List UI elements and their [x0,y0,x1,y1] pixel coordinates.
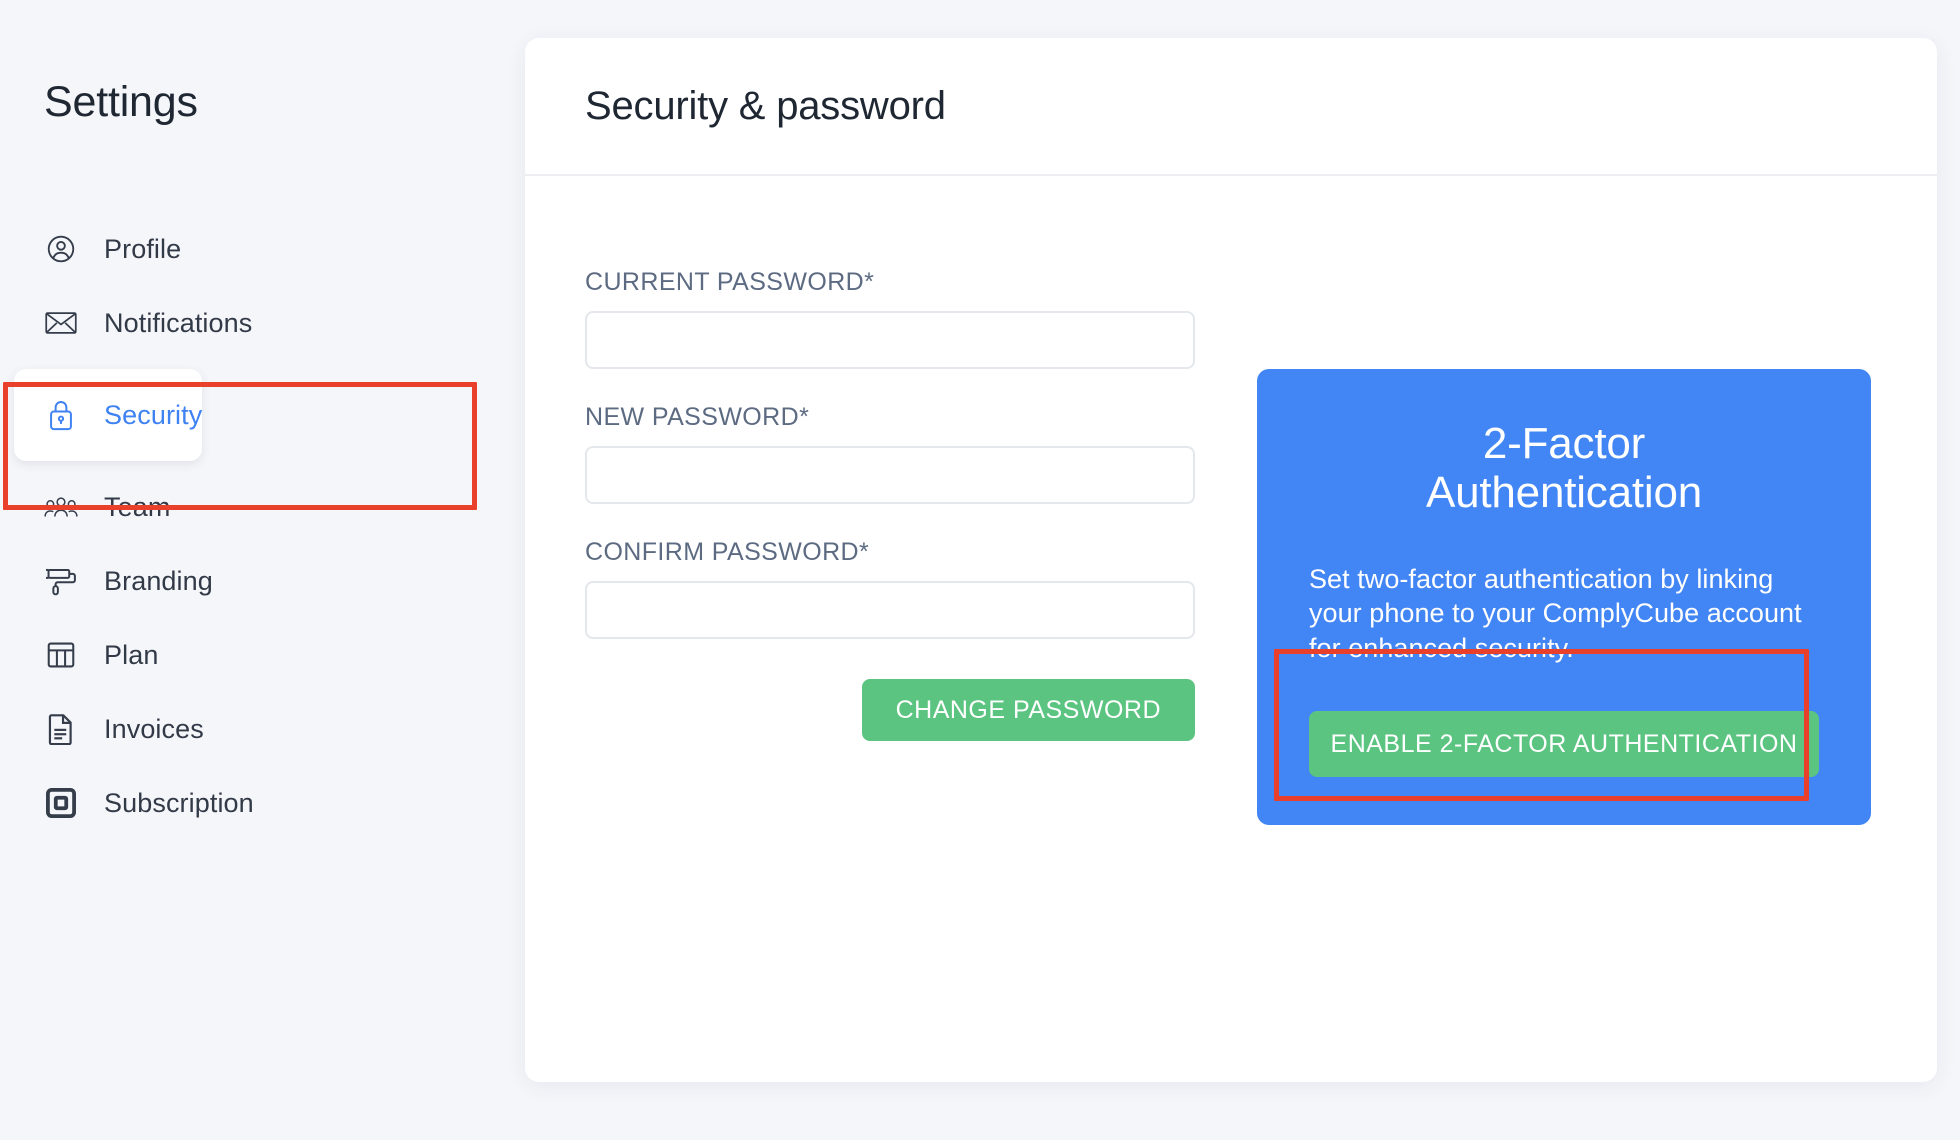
sidebar-item-profile[interactable]: Profile [0,212,181,286]
app-root: Settings Profile Notifications Security … [0,0,1960,1140]
current-password-input[interactable] [585,311,1195,369]
settings-sidebar: Settings Profile Notifications Security … [0,0,525,1140]
sidebar-item-team[interactable]: Team [0,470,170,544]
change-password-button[interactable]: CHANGE PASSWORD [861,679,1195,741]
paint-roller-icon [44,564,78,598]
confirm-password-input[interactable] [585,581,1195,639]
sidebar-item-invoices[interactable]: Invoices [0,692,204,766]
panel-body: CURRENT PASSWORD* NEW PASSWORD* CONFIRM … [525,176,1937,1082]
sidebar-item-label: Invoices [104,713,204,744]
nav-slot-security: Security [0,360,525,470]
sidebar-item-plan[interactable]: Plan [0,618,158,692]
sidebar-item-label: Profile [104,233,182,264]
panel-header: Security & password [525,38,1937,176]
change-password-form: CURRENT PASSWORD* NEW PASSWORD* CONFIRM … [585,268,1195,741]
square-card-icon [44,786,78,820]
field-new-password: NEW PASSWORD* [585,403,1195,504]
field-confirm-password: CONFIRM PASSWORD* [585,538,1195,639]
sidebar-item-label: Plan [104,639,159,670]
nav-slot-subscription: Subscription [0,766,525,840]
nav-slot-plan: Plan [0,618,525,692]
nav-slot-branding: Branding [0,544,525,618]
form-actions: CHANGE PASSWORD [585,679,1195,741]
settings-main-panel: Security & password CURRENT PASSWORD* NE… [525,38,1937,1082]
sidebar-item-security[interactable]: Security [14,369,203,461]
nav-slot-team: Team [0,470,525,544]
nav-slot-profile: Profile [0,212,525,286]
sidebar-item-label: Subscription [104,787,254,818]
page-title: Security & password [585,83,946,128]
envelope-icon [44,306,78,340]
table-icon [44,638,78,672]
sidebar-item-branding[interactable]: Branding [0,544,213,618]
sidebar-item-label: Branding [104,565,213,596]
two-factor-auth-title: 2-Factor Authentication [1309,419,1819,518]
current-password-label: CURRENT PASSWORD* [585,268,875,296]
confirm-password-label: CONFIRM PASSWORD* [585,538,870,566]
sidebar-item-label: Notifications [104,307,253,338]
twofa-title-line2: Authentication [1425,468,1703,518]
people-icon [44,490,78,524]
new-password-input[interactable] [585,446,1195,504]
sidebar-title: Settings [44,78,198,126]
sidebar-item-label: Team [104,491,171,522]
user-circle-icon [44,232,78,266]
two-factor-auth-description: Set two-factor authentication by linking… [1309,563,1802,663]
sidebar-item-subscription[interactable]: Subscription [0,766,254,840]
nav-slot-invoices: Invoices [0,692,525,766]
lock-icon [44,398,78,432]
nav-slot-notifications: Notifications [0,286,525,360]
sidebar-item-label: Security [104,399,203,430]
twofa-title-line1: 2-Factor [1482,419,1646,468]
sidebar-nav: Profile Notifications Security Team Bran… [0,212,525,840]
new-password-label: NEW PASSWORD* [585,403,810,431]
sidebar-item-notifications[interactable]: Notifications [0,286,252,360]
two-factor-auth-card: 2-Factor Authentication Set two-factor a… [1257,369,1871,826]
document-icon [44,712,78,746]
field-current-password: CURRENT PASSWORD* [585,268,1195,369]
enable-2fa-button[interactable]: ENABLE 2-FACTOR AUTHENTICATION [1309,711,1819,778]
